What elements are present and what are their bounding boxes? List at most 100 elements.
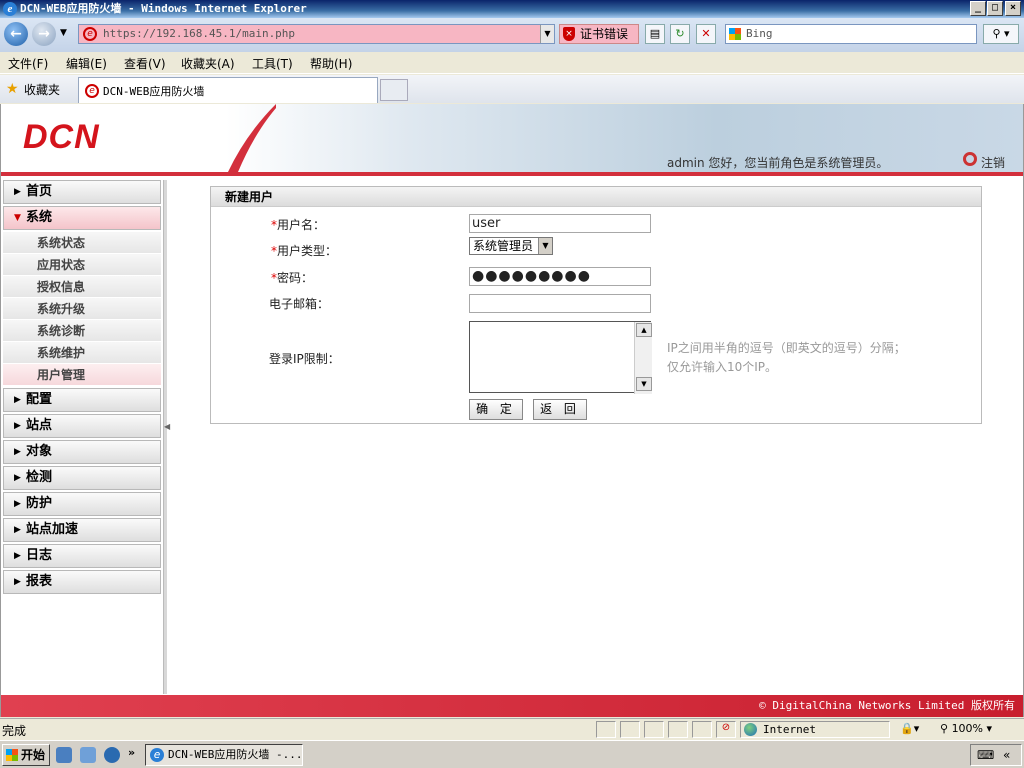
copyright-footer: © DigitalChina Networks Limited 版权所有 — [1, 695, 1023, 717]
search-input[interactable]: Bing — [725, 24, 977, 44]
new-tab-button[interactable] — [380, 79, 408, 101]
bing-icon — [729, 28, 741, 40]
minimize-button[interactable]: _ — [970, 1, 986, 16]
ip-limit-textarea[interactable]: ▲ ▼ — [469, 321, 652, 394]
sidebar-nav: ▶ 首页 ▼ 系统 系统状态 应用状态 授权信息 系统升级 系统诊断 系统维护 用户… — [3, 180, 161, 597]
forward-button[interactable]: → — [32, 22, 56, 46]
start-button[interactable]: 开始 — [2, 744, 50, 766]
email-input[interactable] — [469, 294, 651, 313]
sidebar-subitem-system-maintenance[interactable]: 系统维护 — [3, 342, 161, 364]
search-icon[interactable]: ⚲ ▾ — [983, 24, 1019, 44]
sidebar-item-system[interactable]: ▼ 系统 — [3, 206, 161, 230]
email-label: 电子邮箱： — [269, 297, 330, 311]
ie-page-icon: e — [83, 27, 97, 41]
sidebar-item-object[interactable]: ▶ 对象 — [3, 440, 161, 464]
quicklaunch-more-icon[interactable]: » — [128, 746, 135, 759]
sidebar-item-site-acceleration[interactable]: ▶ 站点加速 — [3, 518, 161, 542]
sidebar-subitem-system-upgrade[interactable]: 系统升级 — [3, 298, 161, 320]
scroll-down-icon[interactable]: ▼ — [636, 377, 652, 391]
tray-expand-icon[interactable]: « — [1003, 748, 1010, 762]
magnifier-icon: ⚲ — [940, 722, 952, 735]
ie-quicklaunch-icon[interactable] — [56, 747, 72, 763]
stop-icon[interactable]: ✕ — [696, 24, 716, 44]
sidebar-subitem-system-status[interactable]: 系统状态 — [3, 232, 161, 254]
password-input[interactable]: ●●●●●●●●● — [469, 267, 651, 286]
sidebar-splitter[interactable]: ◀ — [163, 180, 170, 694]
caret-right-icon: ▶ — [14, 447, 21, 457]
textarea-scrollbar[interactable]: ▲ ▼ — [634, 322, 652, 394]
sidebar-item-home[interactable]: ▶ 首页 — [3, 180, 161, 204]
collapse-arrow-icon[interactable]: ◀ — [164, 422, 170, 431]
favorites-button[interactable]: 收藏夹 — [24, 81, 60, 98]
sidebar-item-protection[interactable]: ▶ 防护 — [3, 492, 161, 516]
close-window-button[interactable]: × — [1005, 1, 1021, 16]
sidebar-item-logs[interactable]: ▶ 日志 — [3, 544, 161, 568]
sidebar-item-label: 站点加速 — [26, 522, 79, 537]
sidebar-subitem-system-diagnosis[interactable]: 系统诊断 — [3, 320, 161, 342]
caret-right-icon: ▶ — [14, 421, 21, 431]
globe-icon — [744, 723, 757, 736]
ip-hint-line1: IP之间用半角的逗号（即英文的逗号）分隔； — [667, 341, 906, 355]
maximize-button[interactable]: □ — [987, 1, 1003, 16]
browser-tab[interactable]: e DCN-WEB应用防火墙 — [78, 77, 378, 103]
menu-edit[interactable]: 编辑(E) — [66, 55, 107, 72]
logout-link[interactable]: 注销 — [961, 152, 1005, 171]
address-dropdown-icon[interactable]: ▼ — [540, 25, 554, 43]
zone-label: Internet — [763, 723, 816, 736]
menu-file[interactable]: 文件(F) — [8, 55, 48, 72]
zoom-control[interactable]: ⚲ 100% ▾ — [940, 721, 1020, 738]
sidebar-item-config[interactable]: ▶ 配置 — [3, 388, 161, 412]
back-to-list-button[interactable]: 返 回 — [533, 399, 587, 420]
usertype-select[interactable]: 系统管理员 ▼ — [469, 237, 553, 255]
protected-mode-icon[interactable]: 🔒▾ — [900, 722, 919, 735]
security-zone[interactable]: Internet — [740, 721, 890, 738]
back-button[interactable]: ← — [4, 22, 28, 46]
sidebar-item-label: 检测 — [26, 470, 53, 485]
status-pane — [620, 721, 640, 738]
sidebar-subitem-app-status[interactable]: 应用状态 — [3, 254, 161, 276]
start-label: 开始 — [21, 748, 46, 762]
sidebar-subitem-license-info[interactable]: 授权信息 — [3, 276, 161, 298]
refresh-icon[interactable]: ↻ — [670, 24, 690, 44]
header-swoosh-decoration — [228, 104, 276, 172]
sidebar-item-reports[interactable]: ▶ 报表 — [3, 570, 161, 594]
caret-right-icon: ▶ — [14, 551, 21, 561]
status-bar: 完成 ⊘ Internet 🔒▾ ⚲ 100% ▾ — [0, 718, 1024, 740]
history-dropdown-icon[interactable]: ▼ — [60, 28, 67, 38]
caret-right-icon: ▶ — [14, 577, 21, 587]
password-label-text: 密码： — [277, 271, 314, 285]
certificate-error-button[interactable]: × 证书错误 — [559, 24, 639, 44]
sidebar-item-site[interactable]: ▶ 站点 — [3, 414, 161, 438]
menu-help[interactable]: 帮助(H) — [310, 55, 352, 72]
favorites-bar: ★ 收藏夹 e DCN-WEB应用防火墙 — [0, 75, 1024, 103]
username-input[interactable]: user — [469, 214, 651, 233]
ie-logo-icon: e — [3, 2, 17, 16]
confirm-button[interactable]: 确 定 — [469, 399, 523, 420]
menu-favorites[interactable]: 收藏夹(A) — [181, 55, 235, 72]
sidebar-item-label: 日志 — [26, 548, 53, 563]
taskbar-item-ie[interactable]: e DCN-WEB应用防火墙 -... — [145, 744, 303, 766]
tab-page-icon: e — [85, 84, 99, 98]
menu-bar: 文件(F) 编辑(E) 查看(V) 收藏夹(A) 工具(T) 帮助(H) — [0, 52, 1024, 74]
taskbar-item-label: DCN-WEB应用防火墙 -... — [168, 748, 303, 761]
scroll-up-icon[interactable]: ▲ — [636, 323, 652, 337]
menu-tools[interactable]: 工具(T) — [252, 55, 293, 72]
compatibility-icon[interactable]: ▤ — [645, 24, 665, 44]
cert-error-label: 证书错误 — [580, 27, 629, 41]
sidebar-subitem-user-management[interactable]: 用户管理 — [3, 364, 161, 386]
caret-right-icon: ▶ — [14, 473, 21, 483]
favorites-star-icon[interactable]: ★ — [6, 81, 19, 97]
media-icon[interactable] — [104, 747, 120, 763]
usertype-selected-value: 系统管理员 — [473, 239, 534, 253]
address-url[interactable]: https://192.168.45.1/main.php — [103, 25, 295, 43]
caret-down-icon: ▼ — [14, 213, 21, 223]
chevron-down-icon: ▼ — [538, 238, 552, 254]
menu-view[interactable]: 查看(V) — [124, 55, 166, 72]
server-manager-icon[interactable] — [80, 747, 96, 763]
popup-blocked-icon[interactable]: ⊘ — [716, 721, 736, 738]
zoom-level: 100% — [951, 722, 984, 735]
keyboard-icon[interactable]: ⌨ — [977, 748, 994, 762]
password-label: *密码： — [271, 269, 313, 286]
sidebar-item-detection[interactable]: ▶ 检测 — [3, 466, 161, 490]
address-bar[interactable]: e https://192.168.45.1/main.php ▼ — [78, 24, 555, 44]
